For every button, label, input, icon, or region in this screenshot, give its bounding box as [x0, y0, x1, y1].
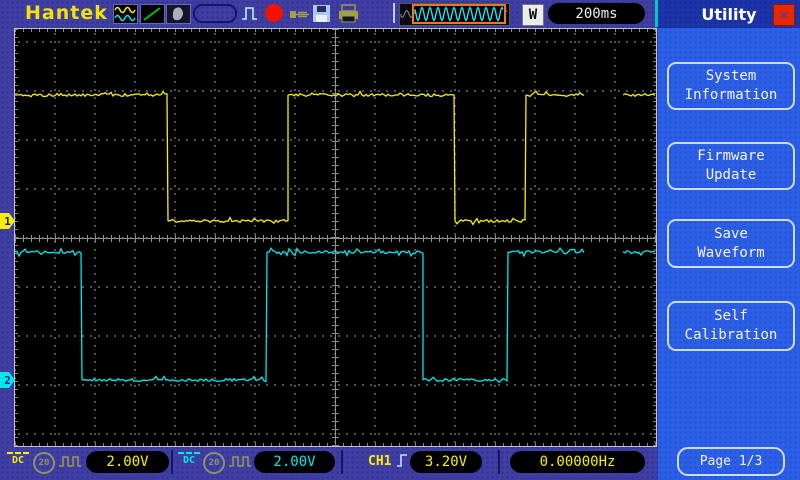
- ch2-coupling-icon: DC: [177, 452, 201, 465]
- softkey-firmware-update[interactable]: Firmware Update: [667, 142, 795, 190]
- ch1-bandwidth-icon: 20: [33, 452, 55, 474]
- softkey-save-waveform[interactable]: Save Waveform: [667, 219, 795, 268]
- ch2-bandwidth-icon: 20: [203, 452, 225, 474]
- pulse-icon: [240, 4, 262, 24]
- softkey-system-information[interactable]: System Information: [667, 62, 795, 110]
- waveform-display: [14, 28, 657, 447]
- timebase-readout: 200ms: [548, 3, 645, 24]
- print-icon: [337, 4, 360, 24]
- window-mode-icon: W: [522, 4, 544, 26]
- empty-slot-outline: [193, 4, 237, 23]
- trigger-source-label: CH1: [368, 454, 391, 469]
- ch2-position-marker[interactable]: 2: [0, 372, 15, 388]
- topbar-separator: [393, 3, 395, 23]
- brand-logo: Hantek: [25, 2, 108, 24]
- save-floppy-icon: [312, 4, 332, 24]
- screw-tool-icon: [289, 4, 312, 24]
- statusbar-separator: [171, 450, 173, 474]
- ch1-coupling-icon: DC: [6, 452, 30, 465]
- softkey-self-calibration[interactable]: Self Calibration: [667, 301, 795, 351]
- oscilloscope-screen: Hantek W 200ms 1 2: [0, 0, 800, 480]
- ch1-position-marker[interactable]: 1: [0, 213, 15, 229]
- channel-waves-icon: [113, 4, 138, 24]
- ch1-squarewave-icon: [58, 454, 82, 474]
- record-icon: [265, 4, 283, 22]
- utility-menu-panel: Utility ✕ System Information Firmware Up…: [658, 0, 800, 480]
- waveform-svg: [15, 29, 656, 446]
- cursor-line-icon: [140, 4, 165, 24]
- waveform-preview: [399, 3, 510, 26]
- ch1-scale-readout: 2.00V: [86, 451, 169, 473]
- ch2-squarewave-icon: [228, 454, 252, 474]
- frequency-counter-readout: 0.00000Hz: [510, 451, 645, 473]
- ch2-scale-readout: 2.00V: [254, 451, 335, 473]
- waveform-preview-svg: [400, 4, 509, 25]
- statusbar-separator: [498, 450, 500, 474]
- softkey-page[interactable]: Page 1/3: [677, 447, 785, 476]
- trigger-rising-edge-icon: [396, 451, 409, 474]
- hand-icon: [166, 4, 191, 24]
- statusbar-separator: [341, 450, 343, 474]
- trigger-level-readout: 3.20V: [410, 451, 482, 473]
- close-icon[interactable]: ✕: [773, 4, 795, 26]
